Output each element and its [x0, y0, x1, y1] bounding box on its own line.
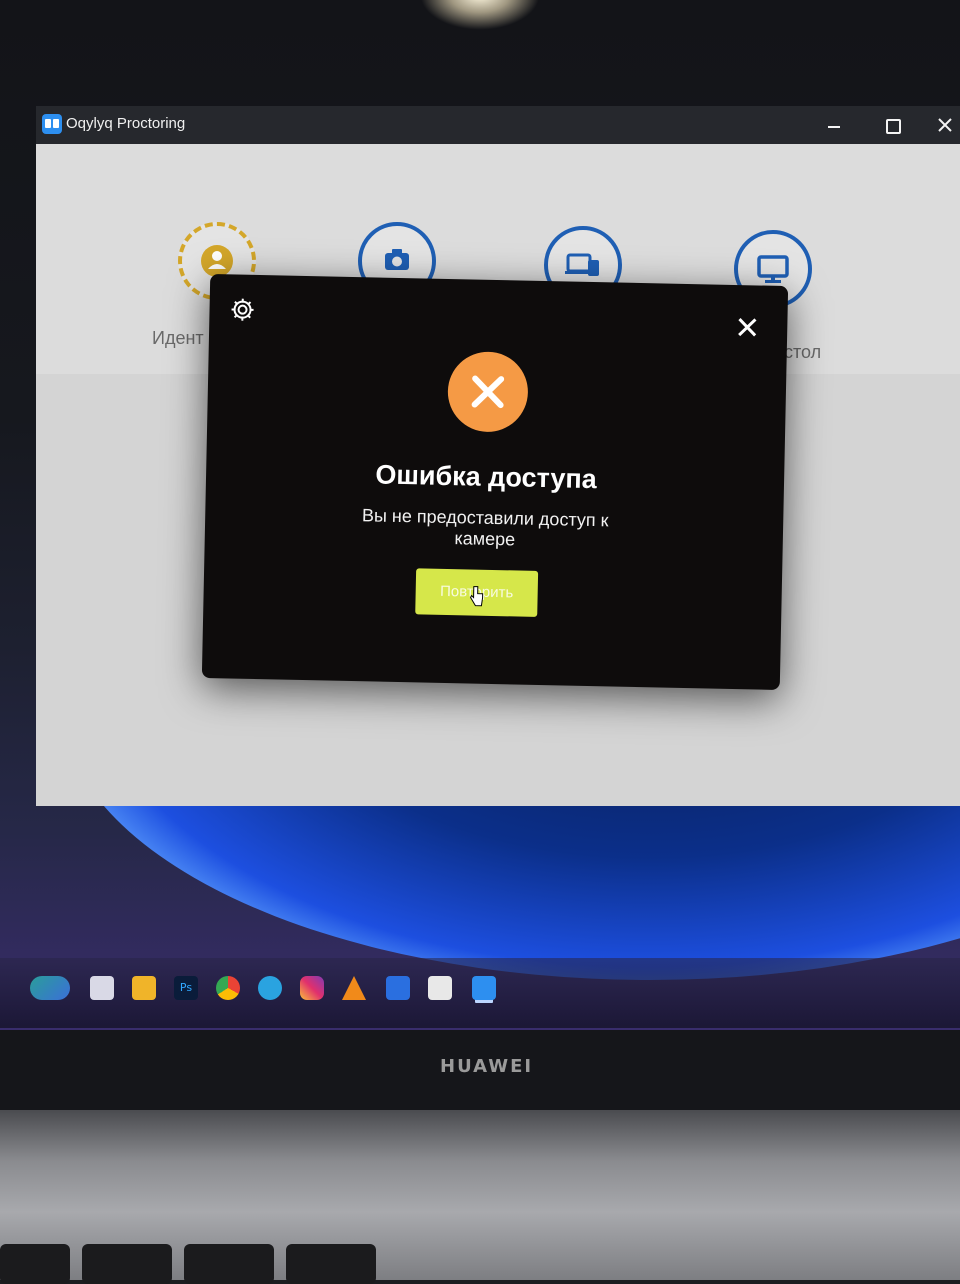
close-window-button[interactable]: [930, 112, 960, 138]
keyboard-key: [184, 1244, 274, 1284]
telegram-icon[interactable]: [258, 976, 282, 1000]
snipping-icon[interactable]: [428, 976, 452, 1000]
keyboard-key: [82, 1244, 172, 1284]
edge-icon[interactable]: [30, 976, 70, 1000]
keyboard-key: [286, 1244, 376, 1284]
title-bar: Oqylyq Proctoring: [36, 106, 960, 144]
files-icon[interactable]: [90, 976, 114, 1000]
instagram-icon[interactable]: [300, 976, 324, 1000]
media-icon[interactable]: [386, 976, 410, 1000]
window-title: Oqylyq Proctoring: [66, 115, 186, 132]
hand-cursor-icon: [470, 586, 484, 607]
step-1-label: Идент: [152, 328, 204, 348]
gear-icon[interactable]: [229, 296, 256, 323]
app-logo-icon: [42, 114, 62, 134]
photoshop-icon[interactable]: Ps: [174, 976, 198, 1000]
minimize-button[interactable]: [814, 112, 854, 138]
maximize-button[interactable]: [872, 112, 912, 138]
desktop: Oqylyq Proctoring Идент стол Ошибка дост…: [0, 0, 960, 1040]
close-icon[interactable]: [735, 315, 759, 339]
explorer-icon[interactable]: [132, 976, 156, 1000]
ceiling-light-reflection: [420, 0, 540, 30]
error-x-icon: [471, 375, 505, 409]
laptop-brand-logo: HUAWEI: [440, 1056, 534, 1077]
oqylyq-icon[interactable]: [472, 976, 496, 1000]
close-icon: [938, 118, 952, 132]
step-4-label: стол: [784, 342, 822, 362]
vlc-icon[interactable]: [342, 976, 366, 1000]
taskbar: Ps: [0, 958, 960, 1028]
chrome-icon[interactable]: [216, 976, 240, 1000]
dialog-message: Вы не предоставили доступ к камере: [361, 505, 609, 550]
dialog-title: Ошибка доступа: [375, 459, 598, 495]
error-dialog: Ошибка доступа Вы не предоставили доступ…: [201, 273, 789, 691]
error-badge: [447, 351, 529, 433]
keyboard-key: [0, 1244, 70, 1284]
